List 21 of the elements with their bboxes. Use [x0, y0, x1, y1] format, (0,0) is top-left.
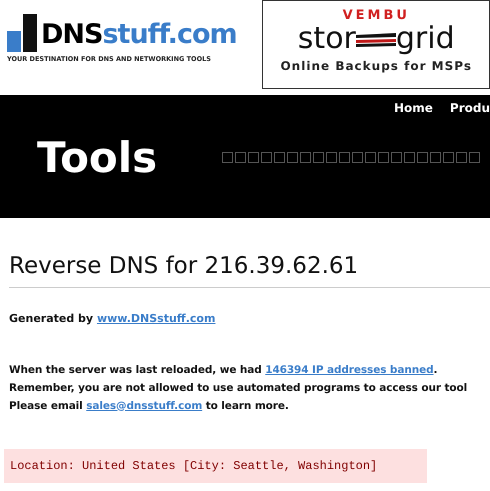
logo-icon [7, 14, 37, 52]
ad-word: grid [396, 23, 455, 55]
website-link[interactable]: www.DNSstuff.com [96, 312, 216, 325]
page-heading: Reverse DNS for 216.39.62.61 [9, 252, 360, 281]
notice-link[interactable]: sales@dnsstuff.com [86, 400, 202, 412]
notice-text: Remember, you are not allowed to use automated programs to access our tool [9, 380, 468, 396]
notice-text: Please email sales@dnsstuff.com to learn more. [9, 398, 290, 414]
nav-link[interactable]: Produ [450, 99, 490, 117]
logo-text-domain: stuff.com [102, 19, 237, 50]
ad-tagline: Online Backups for MSPs [280, 58, 472, 75]
notice-link[interactable]: 146394 IP addresses banned [265, 364, 434, 376]
location-box: Location: United States [City: Seattle, Washington] [4, 448, 427, 482]
ad-word: stor [298, 23, 356, 55]
nav-link[interactable]: Home [394, 99, 433, 117]
ad-logo-icon [356, 31, 396, 47]
banner-title: Tools [36, 133, 158, 183]
ad-banner[interactable]: VEMBU stor grid Online Backups for MSPs [262, 0, 490, 89]
ad-brand: VEMBU [342, 9, 410, 23]
logo-text: DNS [41, 19, 102, 50]
notice-text: When the server was last reloaded, we had 146394 IP addresses banned. [9, 362, 438, 378]
generated-by-text: Generated by www.DNSstuff.com [9, 311, 216, 327]
